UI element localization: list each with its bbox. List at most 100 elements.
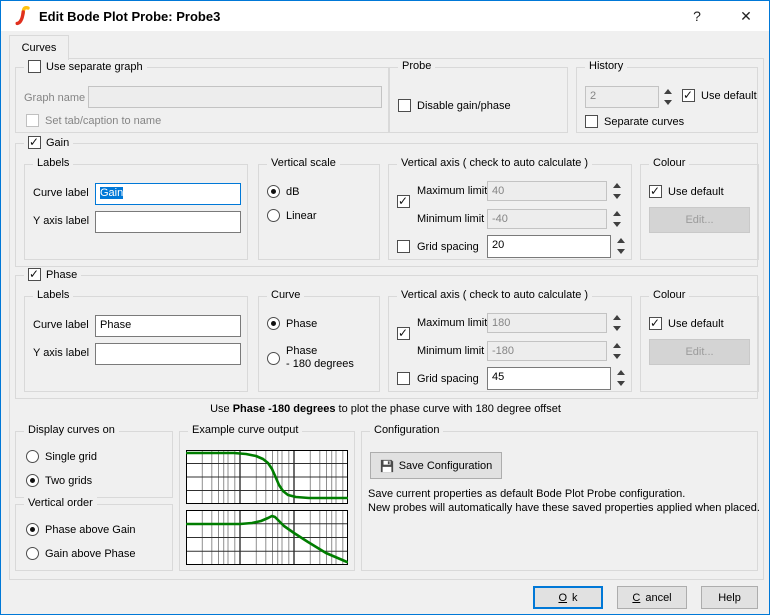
spin-down-icon: [664, 100, 672, 105]
selected-text: Gain: [100, 187, 123, 199]
phase-min-spin-up-button[interactable]: [610, 340, 624, 350]
close-button[interactable]: ✕: [723, 1, 769, 31]
question-icon: ?: [693, 8, 701, 24]
set-tab-caption-label: Set tab/caption to name: [45, 115, 161, 127]
display-curves-title: Display curves on: [24, 424, 119, 436]
gain-minimum-limit-input[interactable]: -40: [487, 209, 607, 229]
set-tab-caption-checkbox[interactable]: Set tab/caption to name: [26, 114, 161, 127]
phase-min-spin-down-button[interactable]: [610, 351, 624, 361]
phase-checkbox[interactable]: Phase: [24, 268, 81, 281]
disable-gain-phase-checkbox[interactable]: Disable gain/phase: [398, 99, 511, 112]
phase-grid-spacing-label: Grid spacing: [417, 373, 479, 385]
tab-curves[interactable]: Curves: [9, 35, 69, 60]
spin-down-icon: [613, 354, 621, 359]
gain-checkbox[interactable]: Gain: [24, 136, 73, 149]
phase-minus-180-label-line1: Phase: [286, 345, 354, 358]
phase-maximum-limit-input[interactable]: 180: [487, 313, 607, 333]
example-phase-graph: [186, 450, 348, 504]
history-use-default-checkbox[interactable]: Use default: [682, 89, 757, 102]
single-grid-radio[interactable]: Single grid: [26, 450, 97, 463]
two-grids-radio[interactable]: Two grids: [26, 474, 92, 487]
phase-minimum-limit-label: Minimum limit: [417, 345, 484, 357]
help-button-bottom[interactable]: Help: [701, 586, 758, 609]
gain-above-phase-radio[interactable]: Gain above Phase: [26, 547, 136, 560]
title-bar[interactable]: Edit Bode Plot Probe: Probe3 ? ✕: [1, 1, 769, 31]
checkbox-icon: [397, 327, 410, 340]
gain-max-spin-up-button[interactable]: [610, 180, 624, 190]
help-button[interactable]: ?: [677, 1, 717, 31]
phase-max-spin-down-button[interactable]: [610, 323, 624, 333]
phase-minus-180-label-line2: - 180 degrees: [286, 358, 354, 371]
gain-grid-spin-up-button[interactable]: [614, 235, 628, 245]
phase-curve-label-input[interactable]: Phase: [95, 315, 241, 337]
gain-labels-title: Labels: [33, 157, 73, 169]
history-spin-down-button[interactable]: [661, 97, 675, 107]
phase-colour-edit-button[interactable]: Edit...: [649, 339, 750, 365]
phase-grid-spin-down-button[interactable]: [614, 378, 628, 388]
gain-colour-title: Colour: [649, 157, 689, 169]
gain-grid-spacing-input[interactable]: 20: [487, 235, 611, 258]
radio-icon: [267, 209, 280, 222]
phase-colour-use-default-checkbox[interactable]: Use default: [649, 317, 724, 330]
gain-db-radio[interactable]: dB: [267, 185, 299, 198]
gain-group: Gain Labels Curve label Gain Y axis labe…: [15, 143, 758, 267]
spin-down-icon: [617, 249, 625, 254]
separate-curves-checkbox[interactable]: Separate curves: [585, 115, 684, 128]
gain-grid-spacing-label: Grid spacing: [417, 241, 479, 253]
use-separate-graph-label: Use separate graph: [46, 61, 143, 73]
gain-colour-use-default-checkbox[interactable]: Use default: [649, 185, 724, 198]
phase-curve-title: Curve: [267, 289, 304, 301]
save-configuration-button[interactable]: Save Configuration: [370, 452, 502, 479]
gain-vertical-axis-title: Vertical axis ( check to auto calculate …: [397, 157, 592, 169]
gain-label: Gain: [46, 137, 69, 149]
gain-min-spin-up-button[interactable]: [610, 208, 624, 218]
phase-grid-spin-up-button[interactable]: [614, 367, 628, 377]
gain-grid-spin-down-button[interactable]: [614, 246, 628, 256]
history-input[interactable]: 2: [585, 86, 659, 108]
gain-labels-group: Labels Curve label Gain Y axis label: [24, 164, 248, 260]
gain-max-spin-down-button[interactable]: [610, 191, 624, 201]
checkbox-icon: [398, 99, 411, 112]
phase-colour-group: Colour Use default Edit...: [640, 296, 759, 392]
gain-grid-spacing-checkbox[interactable]: [397, 240, 410, 253]
phase-above-gain-label: Phase above Gain: [45, 524, 136, 536]
use-separate-graph-checkbox[interactable]: Use separate graph: [24, 60, 147, 73]
checkbox-icon: [397, 240, 410, 253]
phase-above-gain-radio[interactable]: Phase above Gain: [26, 523, 136, 536]
display-curves-group: Display curves on Single grid Two grids: [15, 431, 173, 498]
phase-radio[interactable]: Phase: [267, 317, 317, 330]
ok-button[interactable]: Ok: [533, 586, 603, 609]
gain-minimum-limit-label: Minimum limit: [417, 213, 484, 225]
radio-icon: [26, 474, 39, 487]
spin-up-icon: [617, 238, 625, 243]
probe-group: Probe Disable gain/phase: [389, 67, 568, 133]
gain-min-spin-down-button[interactable]: [610, 219, 624, 229]
checkbox-icon: [28, 60, 41, 73]
note-suffix: to plot the phase curve with 180 degree …: [335, 403, 560, 415]
example-curve-output-group: Example curve output: [179, 431, 355, 571]
gain-linear-radio[interactable]: Linear: [267, 209, 317, 222]
gain-curve-label-input[interactable]: Gain: [95, 183, 241, 205]
radio-icon: [267, 185, 280, 198]
phase-grid-spacing-input[interactable]: 45: [487, 367, 611, 390]
checkbox-icon: [682, 89, 695, 102]
phase-minus-180-radio[interactable]: Phase - 180 degrees: [267, 345, 354, 371]
phase-minimum-limit-input[interactable]: -180: [487, 341, 607, 361]
phase-curve-group: Curve Phase Phase - 180 degrees: [258, 296, 380, 392]
checkbox-icon: [649, 317, 662, 330]
spin-up-icon: [613, 211, 621, 216]
gain-y-axis-label-input[interactable]: [95, 211, 241, 233]
gain-auto-calculate-checkbox[interactable]: [397, 195, 410, 208]
history-spin-up-button[interactable]: [661, 86, 675, 96]
checkbox-icon: [649, 185, 662, 198]
phase-grid-spacing-checkbox[interactable]: [397, 372, 410, 385]
cancel-button[interactable]: Cancel: [617, 586, 687, 609]
gain-maximum-limit-input[interactable]: 40: [487, 181, 607, 201]
gain-colour-edit-button[interactable]: Edit...: [649, 207, 750, 233]
phase-max-spin-up-button[interactable]: [610, 312, 624, 322]
phase-auto-calculate-checkbox[interactable]: [397, 327, 410, 340]
graph-name-input[interactable]: [88, 86, 382, 108]
phase-labels-group: Labels Curve label Phase Y axis label: [24, 296, 248, 392]
close-icon: ✕: [740, 8, 752, 25]
phase-y-axis-label-input[interactable]: [95, 343, 241, 365]
